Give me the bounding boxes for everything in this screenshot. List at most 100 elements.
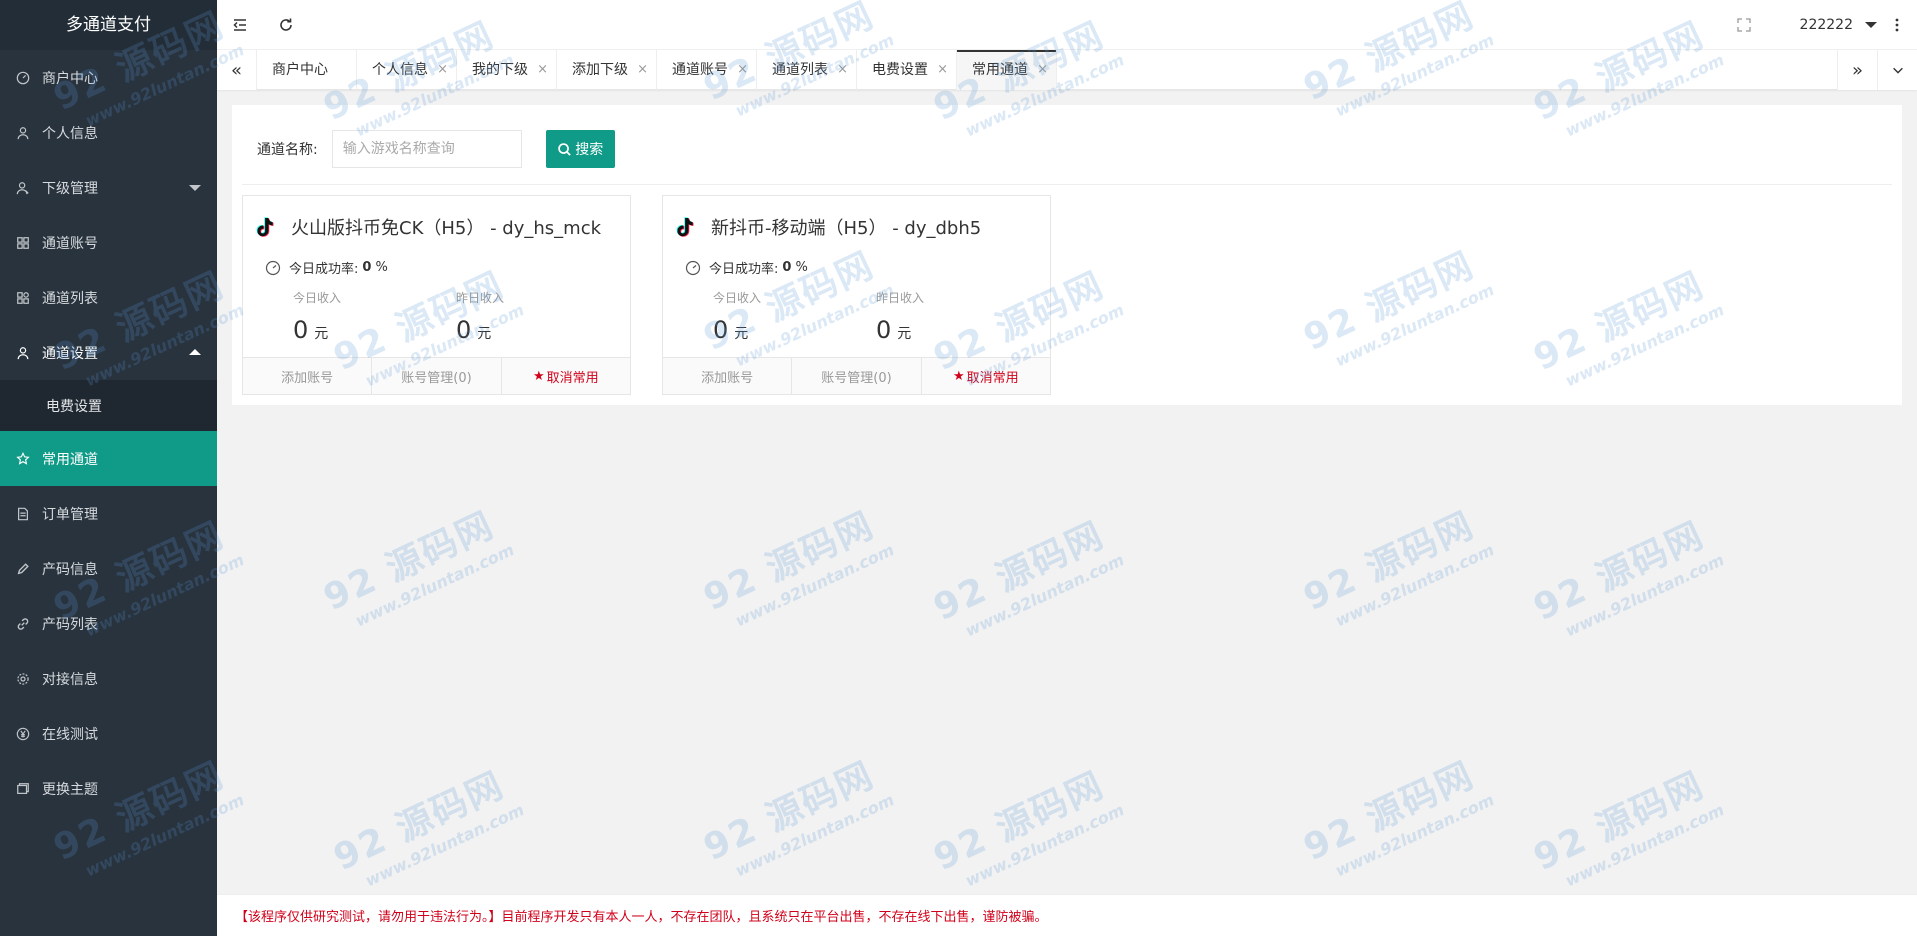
tab-merchant-center[interactable]: 商户中心 — [257, 50, 357, 90]
tab-label: 常用通道 — [972, 62, 1028, 78]
sidebar-item-label: 通道账号 — [42, 235, 98, 252]
chevron-down-icon — [189, 184, 201, 191]
close-icon[interactable]: × — [537, 50, 548, 90]
sidebar-item-change-theme[interactable]: 更换主题 — [0, 761, 217, 816]
tab-label: 个人信息 — [372, 62, 428, 78]
search-form: 通道名称: 搜索 — [257, 130, 615, 168]
fullscreen-button[interactable] — [1721, 0, 1767, 50]
sidebar-item-sub-management[interactable]: 下级管理 — [0, 160, 217, 215]
sidebar-item-label: 产码信息 — [42, 561, 98, 578]
close-icon[interactable]: × — [837, 50, 848, 90]
watermark-url: www.92luntan.com — [1332, 790, 1498, 881]
watermark-url: www.92luntan.com — [732, 540, 898, 631]
sidebar-item-orders[interactable]: 订单管理 — [0, 486, 217, 541]
currency-unit: 元 — [897, 326, 912, 342]
sidebar-item-label: 对接信息 — [42, 671, 98, 688]
user-icon — [16, 126, 30, 140]
user-settings-icon — [16, 346, 30, 360]
add-account-button[interactable]: 添加账号 — [243, 358, 373, 394]
tab-profile[interactable]: 个人信息 × — [357, 50, 457, 90]
close-icon[interactable]: × — [1037, 50, 1048, 90]
sidebar: 多通道支付 商户中心 个人信息 下级管理 通道账号 通道列表 通道设置 电费设置… — [0, 0, 217, 936]
remove-favorite-button[interactable]: ★ 取消常用 — [922, 358, 1050, 394]
success-rate-unit: % — [375, 260, 388, 275]
watermark-text: 92 源码网 — [1297, 504, 1481, 620]
yesterday-income-value: 0 — [456, 316, 472, 344]
manage-accounts-button[interactable]: 账号管理(0) — [792, 358, 922, 394]
star-icon — [16, 451, 30, 466]
sidebar-subitem-electric-settings[interactable]: 电费设置 — [0, 380, 217, 431]
double-chevron-left-icon: « — [230, 59, 242, 81]
theme-icon — [16, 782, 30, 796]
sidebar-toggle-button[interactable] — [217, 0, 263, 50]
sidebar-item-online-test[interactable]: 在线测试 — [0, 706, 217, 761]
tiktok-icon — [676, 217, 694, 237]
document-icon — [16, 507, 30, 521]
watermark-text: 92 源码网 — [1297, 754, 1481, 870]
remove-favorite-button[interactable]: ★ 取消常用 — [502, 358, 630, 394]
watermark-text: 92 源码网 — [1527, 514, 1711, 630]
sidebar-item-favorite-channels[interactable]: 常用通道 — [0, 431, 217, 486]
sidebar-item-channel-list[interactable]: 通道列表 — [0, 270, 217, 325]
sidebar-item-profile[interactable]: 个人信息 — [0, 105, 217, 160]
currency-unit: 元 — [477, 326, 492, 342]
watermark: 92 源码网 www.92luntan.com — [324, 753, 527, 898]
sidebar-item-code-list[interactable]: 产码列表 — [0, 596, 217, 651]
tab-channel-account[interactable]: 通道账号 × — [657, 50, 757, 90]
success-rate-value: 0 — [782, 260, 792, 275]
close-icon[interactable]: × — [437, 50, 448, 90]
channel-name-search-input[interactable] — [331, 130, 522, 168]
dashboard-icon — [16, 71, 30, 85]
search-button[interactable]: 搜索 — [545, 130, 615, 168]
watermark: 92 源码网 www.92luntan.com — [924, 753, 1127, 898]
watermark-url: www.92luntan.com — [1562, 550, 1728, 641]
favorite-channels-panel: 通道名称: 搜索 火山版抖币免CK（H5） - dy_hs_mck 今日成功率:… — [232, 105, 1902, 405]
sidebar-item-integration-info[interactable]: 对接信息 — [0, 651, 217, 706]
more-menu-button[interactable] — [1877, 0, 1917, 50]
close-icon[interactable]: × — [737, 50, 748, 90]
gauge-icon — [265, 260, 281, 275]
channel-card-actions: 添加账号 账号管理(0) ★ 取消常用 — [243, 357, 630, 394]
watermark-url: www.92luntan.com — [1562, 800, 1728, 891]
manage-accounts-button[interactable]: 账号管理(0) — [372, 358, 502, 394]
refresh-button[interactable] — [263, 0, 309, 50]
chevron-up-icon — [189, 348, 201, 355]
tab-add-subordinate[interactable]: 添加下级 × — [557, 50, 657, 90]
tab-my-subordinates[interactable]: 我的下级 × — [457, 50, 557, 90]
tabs-options-button[interactable] — [1877, 50, 1917, 90]
sidebar-item-channel-settings[interactable]: 通道设置 — [0, 325, 217, 380]
sidebar-item-code-info[interactable]: 产码信息 — [0, 541, 217, 596]
success-rate-label: 今日成功率: — [289, 262, 359, 277]
sidebar-item-channel-account[interactable]: 通道账号 — [0, 215, 217, 270]
success-rate-unit: % — [795, 260, 808, 275]
channel-card: 新抖币-移动端（H5） - dy_dbh5 今日成功率: 0 % 今日收入 0元… — [662, 195, 1051, 395]
tab-electric-settings[interactable]: 电费设置 × — [857, 50, 957, 90]
currency-unit: 元 — [314, 326, 329, 342]
tab-favorite-channels[interactable]: 常用通道 × — [957, 50, 1057, 90]
sidebar-item-label: 更换主题 — [42, 781, 98, 798]
grid-icon — [16, 236, 30, 250]
add-account-button[interactable]: 添加账号 — [663, 358, 793, 394]
tab-label: 添加下级 — [572, 62, 628, 78]
tabs-scroll-left-button[interactable]: « — [217, 50, 257, 90]
user-menu[interactable]: 222222 — [1800, 0, 1877, 50]
sidebar-item-merchant-center[interactable]: 商户中心 — [0, 50, 217, 105]
tabs-scroll-right-button[interactable]: » — [1837, 50, 1877, 90]
sidebar-nav: 商户中心 个人信息 下级管理 通道账号 通道列表 通道设置 电费设置 常用通道 … — [0, 50, 217, 816]
watermark-text: 92 源码网 — [927, 514, 1111, 630]
username: 222222 — [1799, 17, 1853, 33]
close-icon[interactable]: × — [637, 50, 648, 90]
footer-notice: 【该程序仅供研究测试，请勿用于违法行为。】目前程序开发只有本人一人，不存在团队，… — [217, 894, 1917, 936]
sidebar-item-label: 产码列表 — [42, 616, 98, 633]
close-icon[interactable]: × — [937, 50, 948, 90]
today-income-value: 0 — [293, 316, 309, 344]
tab-channel-list[interactable]: 通道列表 × — [757, 50, 857, 90]
today-income: 今日收入 0元 — [293, 289, 341, 344]
gear-icon — [16, 672, 30, 686]
watermark-url: www.92luntan.com — [732, 790, 898, 881]
chevron-down-icon — [1892, 67, 1903, 74]
watermark-text: 92 源码网 — [697, 504, 881, 620]
link-icon — [16, 617, 30, 631]
today-income-value: 0 — [713, 316, 729, 344]
star-filled-icon: ★ — [532, 368, 545, 384]
